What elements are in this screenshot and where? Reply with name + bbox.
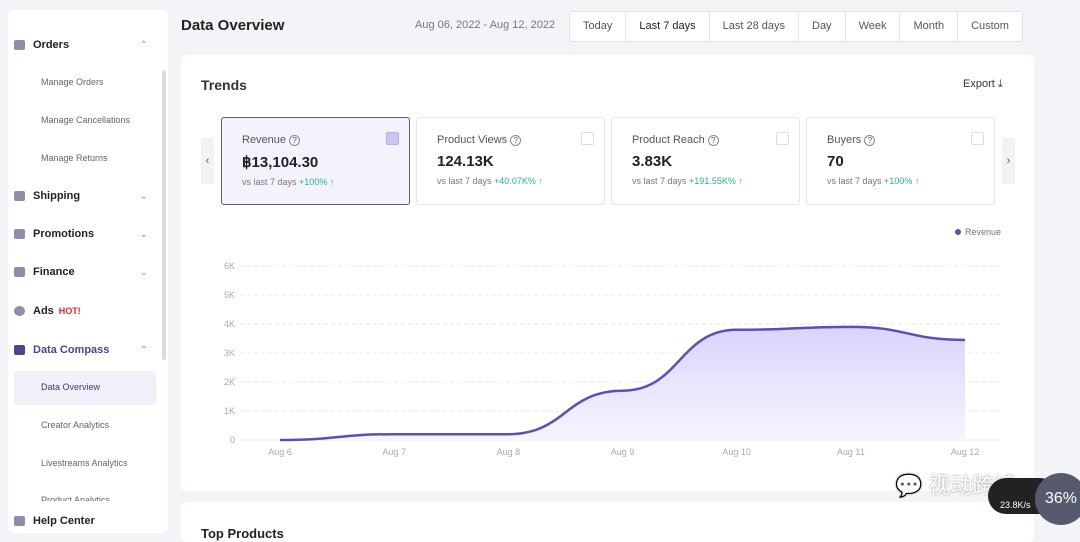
cpu-gauge: 36% xyxy=(1035,473,1080,525)
y-tick-label: 6K xyxy=(224,261,235,271)
y-tick-label: 3K xyxy=(224,348,235,358)
wechat-icon: 💬 xyxy=(895,473,922,498)
revenue-chart: 0 1K 2K 3K 4K 5K 6K Aug 6 Aug 7 Aug 8 Aug 9 Aug 10 A… xyxy=(0,0,1080,533)
x-tick-label: Aug 9 xyxy=(611,447,635,457)
x-tick-label: Aug 8 xyxy=(497,447,521,457)
y-tick-label: 4K xyxy=(224,319,235,329)
revenue-area xyxy=(280,327,965,440)
y-tick-label: 1K xyxy=(224,406,235,416)
x-tick-label: Aug 6 xyxy=(268,447,292,457)
y-tick-label: 2K xyxy=(224,377,235,387)
x-tick-label: Aug 11 xyxy=(837,447,865,457)
x-tick-label: Aug 7 xyxy=(382,447,406,457)
y-tick-label: 0 xyxy=(230,435,235,445)
x-tick-label: Aug 10 xyxy=(722,447,751,457)
y-tick-label: 5K xyxy=(224,290,235,300)
x-tick-label: Aug 12 xyxy=(951,447,980,457)
